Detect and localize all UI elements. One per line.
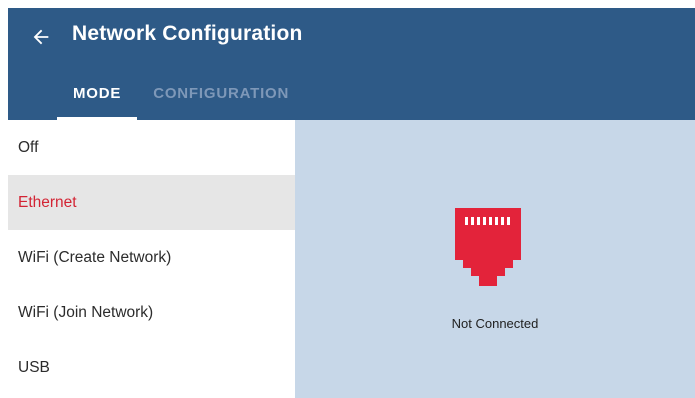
mode-item-wifi-join[interactable]: WiFi (Join Network) bbox=[8, 285, 295, 340]
ethernet-port-icon bbox=[455, 208, 521, 286]
mode-item-ethernet[interactable]: Ethernet bbox=[8, 175, 295, 230]
mode-item-off[interactable]: Off bbox=[8, 120, 295, 175]
app-bar: Network Configuration MODE CONFIGURATION bbox=[8, 8, 695, 120]
mode-list: Off Ethernet WiFi (Create Network) WiFi … bbox=[8, 120, 295, 398]
page-title: Network Configuration bbox=[72, 22, 303, 45]
mode-item-usb[interactable]: USB bbox=[8, 340, 295, 395]
arrow-left-icon[interactable] bbox=[30, 26, 52, 48]
status-panel: Not Connected bbox=[295, 120, 695, 398]
connection-status: Not Connected bbox=[451, 316, 539, 331]
tab-bar: MODE CONFIGURATION bbox=[57, 80, 305, 120]
tab-configuration[interactable]: CONFIGURATION bbox=[137, 80, 305, 120]
mode-item-wifi-create[interactable]: WiFi (Create Network) bbox=[8, 230, 295, 285]
app-window: Network Configuration MODE CONFIGURATION… bbox=[8, 8, 695, 398]
tab-mode[interactable]: MODE bbox=[57, 80, 138, 120]
